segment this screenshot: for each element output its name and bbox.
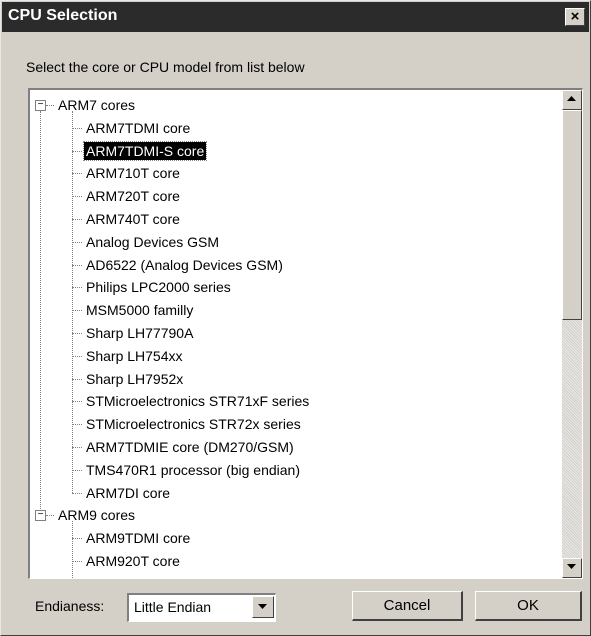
- tree-connector: [72, 150, 82, 152]
- tree-item-label: ARM7TDMI core: [86, 119, 191, 136]
- cpu-tree-list[interactable]: ARM7 cores − ARM7TDMI core ARM7TDMI-S core A…: [28, 88, 583, 579]
- tree-item-label: ARM7 cores: [58, 97, 136, 113]
- tree-item[interactable]: ARM9TDMI core: [84, 527, 192, 549]
- tree-item-label: STMicroelectronics STR71xF series: [86, 393, 310, 410]
- tree-connector: [72, 469, 82, 471]
- tree-item[interactable]: ARM920T core: [84, 550, 182, 572]
- dropdown-button[interactable]: [252, 596, 274, 618]
- tree-item-label: TMS470R1 processor (big endian): [86, 461, 300, 478]
- tree-connector: [72, 196, 82, 198]
- tree-group[interactable]: ARM9 cores: [56, 504, 137, 526]
- tree-connector: [72, 447, 82, 448]
- tree-item[interactable]: ARM720T core: [84, 185, 182, 207]
- tree-connector: [72, 111, 73, 493]
- tree-connector: [72, 355, 82, 357]
- tree-item-label: ARM720T core: [86, 188, 180, 205]
- tree-item[interactable]: Sharp LH77790A: [84, 322, 195, 344]
- tree-item-label: ARM920T core: [86, 553, 180, 569]
- ok-button[interactable]: OK: [475, 591, 582, 621]
- tree-connector: [72, 424, 82, 426]
- tree-connector: [46, 515, 54, 517]
- tree-item[interactable]: STMicroelectronics STR72x series: [84, 413, 303, 435]
- scroll-down-button[interactable]: [562, 558, 582, 578]
- tree-item-label: Philips LPC2000 series: [86, 279, 231, 296]
- tree-item-label: Analog Devices GSM: [86, 233, 220, 250]
- close-icon[interactable]: ×: [565, 8, 585, 26]
- tree-item[interactable]: STMicroelectronics STR71xF series: [84, 390, 311, 412]
- tree-item-label: Sharp LH7952x: [86, 370, 184, 387]
- tree-item-label: ARM7TDMIE core (DM270/GSM): [86, 439, 294, 455]
- vertical-scrollbar[interactable]: [562, 90, 582, 578]
- tree-item[interactable]: ARM7TDMIE core (DM270/GSM): [84, 436, 296, 458]
- tree-connector: [72, 333, 82, 334]
- tree-connector: [72, 538, 82, 540]
- minus-box-icon[interactable]: −: [35, 100, 46, 111]
- tree-item-label: Sharp LH754xx: [86, 347, 183, 364]
- tree-group[interactable]: ARM7 cores: [56, 94, 137, 116]
- instruction-text: Select the core or CPU model from list b…: [26, 59, 305, 75]
- tree-connector: [72, 219, 82, 220]
- tree-item[interactable]: TMS470R1 processor (big endian): [84, 459, 302, 481]
- tree-item-label: AD6522 (Analog Devices GSM): [86, 256, 283, 273]
- tree-item[interactable]: ARM740T core: [84, 208, 182, 230]
- endianness-value: Little Endian: [134, 599, 212, 615]
- tree-item[interactable]: AD6522 (Analog Devices GSM): [84, 254, 285, 276]
- tree-view: ARM7 cores − ARM7TDMI core ARM7TDMI-S core A…: [30, 90, 557, 578]
- minus-box-icon[interactable]: −: [35, 510, 46, 522]
- arrow-down-icon: [567, 564, 576, 569]
- tree-connector: [40, 111, 41, 510]
- tree-connector: [72, 521, 73, 578]
- tree-connector: [72, 264, 82, 266]
- tree-connector: [72, 287, 82, 289]
- tree-item[interactable]: ARM7TDMI-S core: [82, 140, 208, 162]
- window-title: CPU Selection: [8, 7, 118, 24]
- tree-item-label: ARM7TDMI-S core: [82, 140, 208, 161]
- scroll-thumb[interactable]: [562, 110, 582, 320]
- scroll-up-button[interactable]: [562, 90, 582, 110]
- endianness-select[interactable]: Little Endian: [127, 593, 276, 622]
- tree-connector: [72, 173, 82, 175]
- tree-item[interactable]: ARM7DI core: [84, 482, 172, 504]
- tree-item-label: ARM9TDMI core: [86, 530, 191, 547]
- tree-item[interactable]: Sharp LH754xx: [84, 345, 185, 367]
- tree-item[interactable]: Philips LPC2000 series: [84, 276, 233, 298]
- tree-connector: [72, 310, 82, 312]
- tree-connector: [72, 127, 82, 129]
- tree-connector: [72, 492, 82, 494]
- endianness-label: Endianess:: [35, 598, 105, 614]
- chevron-down-icon: [258, 604, 267, 609]
- tree-connector: [72, 378, 82, 380]
- arrow-up-icon: [567, 96, 576, 101]
- cancel-button[interactable]: Cancel: [352, 591, 463, 621]
- tree-item-label: MSM5000 familly: [86, 302, 194, 319]
- cpu-selection-dialog: CPU Selection × Select the core or CPU m…: [0, 0, 591, 636]
- tree-connector: [72, 241, 82, 243]
- tree-item-label: ARM740T core: [86, 211, 180, 227]
- tree-item-label: ARM9 cores: [58, 507, 136, 524]
- tree-item-label: STMicroelectronics STR72x series: [86, 416, 301, 433]
- tree-connector: [46, 105, 54, 106]
- tree-item[interactable]: ARM7TDMI core: [84, 117, 192, 139]
- tree-item-label: ARM710T core: [86, 165, 180, 182]
- title-bar: CPU Selection ×: [2, 2, 589, 32]
- tree-connector: [72, 561, 82, 562]
- tree-item[interactable]: ARM710T core: [84, 162, 182, 184]
- tree-item-label: ARM7DI core: [86, 484, 171, 501]
- tree-connector: [72, 401, 82, 403]
- tree-item-label: Sharp LH77790A: [86, 325, 194, 341]
- tree-item[interactable]: Sharp LH7952x: [84, 368, 185, 390]
- tree-item[interactable]: Analog Devices GSM: [84, 231, 221, 253]
- tree-item[interactable]: MSM5000 familly: [84, 299, 195, 321]
